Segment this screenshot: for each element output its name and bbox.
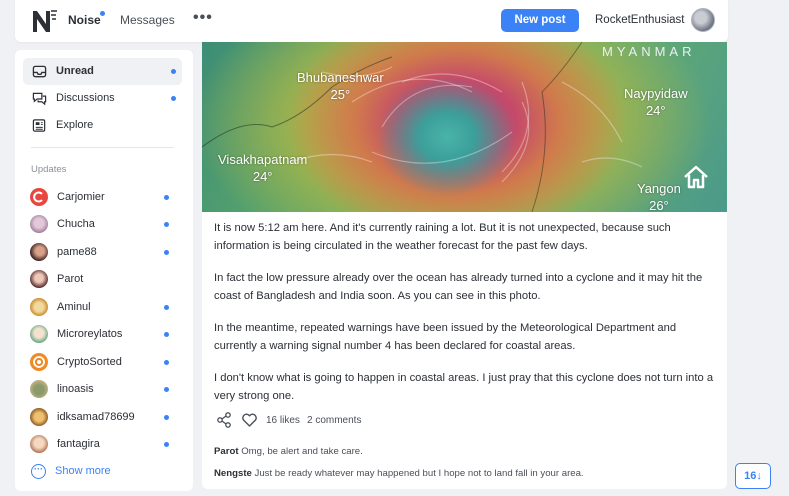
update-item[interactable]: linoasis xyxy=(30,380,180,400)
unread-dot xyxy=(171,96,176,101)
update-name: Carjomier xyxy=(57,191,105,203)
unread-dot xyxy=(164,332,169,337)
update-name: pame88 xyxy=(57,246,97,258)
avatar xyxy=(30,325,48,343)
comment: Nengste Just be ready whatever may happe… xyxy=(214,468,584,479)
new-post-button[interactable]: New post xyxy=(501,9,579,32)
chat-icon xyxy=(32,92,47,106)
update-name: Aminul xyxy=(57,301,91,313)
update-item[interactable]: pame88 xyxy=(30,243,180,263)
post-actions: 16 likes 2 comments xyxy=(214,412,514,432)
avatar xyxy=(30,215,48,233)
avatar xyxy=(30,353,48,371)
tab-messages[interactable]: Messages xyxy=(120,13,175,27)
update-name: idksamad78699 xyxy=(57,411,135,423)
cryptosorted-logo-icon xyxy=(33,356,45,368)
show-more-button[interactable]: ··· Show more xyxy=(31,463,151,481)
comment-text: Just be ready whatever may happened but … xyxy=(254,468,584,479)
updates-heading: Updates xyxy=(31,164,67,175)
more-menu-icon[interactable]: ••• xyxy=(193,9,213,27)
update-name: Parot xyxy=(57,273,84,285)
avatar xyxy=(30,298,48,316)
unread-dot xyxy=(164,442,169,447)
unread-dot xyxy=(164,415,169,420)
avatar xyxy=(30,270,48,288)
sidebar: Unread Discussions Explore Updates Carjo… xyxy=(15,50,193,491)
map-city-label: Naypyidaw 24° xyxy=(624,86,688,118)
comment-author[interactable]: Parot xyxy=(214,446,239,457)
top-bar: Noise Messages ••• New post RocketEnthus… xyxy=(15,0,728,42)
map-city-label: Visakhapatnam 24° xyxy=(218,152,308,184)
sidebar-item-label: Explore xyxy=(56,119,94,131)
divider xyxy=(31,147,174,148)
unread-dot xyxy=(164,305,169,310)
update-item[interactable]: Microreylatos xyxy=(30,325,180,345)
avatar xyxy=(30,243,48,261)
post-paragraph: I don't know what is going to happen in … xyxy=(214,372,714,402)
map-city-label: Yangon 26° xyxy=(637,181,681,212)
scroll-down-badge[interactable]: 16↓ xyxy=(735,463,771,489)
unread-dot xyxy=(164,250,169,255)
user-avatar[interactable] xyxy=(691,8,715,32)
c-letter-icon xyxy=(33,191,43,203)
unread-dot xyxy=(164,195,169,200)
update-name: Chucha xyxy=(57,218,95,230)
update-name: Microreylatos xyxy=(57,328,123,340)
update-name: fantagira xyxy=(57,438,100,450)
post-paragraph: In the meantime, repeated warnings have … xyxy=(214,322,677,352)
update-item[interactable]: Aminul xyxy=(30,298,180,318)
update-item[interactable]: idksamad78699 xyxy=(30,408,180,428)
unread-dot xyxy=(164,360,169,365)
sidebar-item-label: Unread xyxy=(56,65,94,77)
avatar xyxy=(30,408,48,426)
unread-dot xyxy=(164,387,169,392)
comment: Parot Omg, be alert and take care. xyxy=(214,446,363,457)
sidebar-item-explore[interactable]: Explore xyxy=(23,112,182,139)
post-paragraph: In fact the low pressure already over th… xyxy=(214,272,703,302)
comment-text: Omg, be alert and take care. xyxy=(241,446,363,457)
avatar xyxy=(30,188,48,206)
avatar xyxy=(30,435,48,453)
ellipsis-circle-icon: ··· xyxy=(31,464,46,479)
comments-count[interactable]: 2 comments xyxy=(307,415,361,426)
update-name: CryptoSorted xyxy=(57,356,122,368)
unread-dot xyxy=(100,11,105,16)
update-name: linoasis xyxy=(57,383,94,395)
sidebar-item-label: Discussions xyxy=(56,92,115,104)
update-item[interactable]: fantagira xyxy=(30,435,180,455)
update-item[interactable]: Carjomier xyxy=(30,188,180,208)
unread-dot xyxy=(164,222,169,227)
map-country-label: MYANMAR xyxy=(602,44,696,59)
show-more-label: Show more xyxy=(55,465,111,477)
sidebar-item-unread[interactable]: Unread xyxy=(23,58,182,85)
map-city-label: Bhubaneshwar 25° xyxy=(297,70,384,102)
comment-author[interactable]: Nengste xyxy=(214,468,252,479)
update-item[interactable]: Chucha xyxy=(30,215,180,235)
post-body: It is now 5:12 am here. And it's current… xyxy=(214,220,719,420)
noise-logo-icon[interactable] xyxy=(31,8,59,34)
avatar xyxy=(30,380,48,398)
sidebar-item-discussions[interactable]: Discussions xyxy=(23,85,182,112)
share-icon[interactable] xyxy=(216,412,232,428)
heart-icon[interactable] xyxy=(241,412,258,428)
post-card: MYANMAR Bhubaneshwar 25° Naypyidaw 24° Vis… xyxy=(202,42,727,489)
inbox-icon xyxy=(32,65,47,78)
update-item[interactable]: Parot xyxy=(30,270,180,290)
username[interactable]: RocketEnthusiast xyxy=(595,14,685,26)
update-item[interactable]: CryptoSorted xyxy=(30,353,180,373)
likes-count[interactable]: 16 likes xyxy=(266,415,300,426)
weather-map-image[interactable]: MYANMAR Bhubaneshwar 25° Naypyidaw 24° Vis… xyxy=(202,42,727,212)
newspaper-icon xyxy=(32,119,46,132)
post-paragraph: It is now 5:12 am here. And it's current… xyxy=(214,222,671,252)
unread-dot xyxy=(171,69,176,74)
tab-noise[interactable]: Noise xyxy=(68,13,101,27)
home-icon[interactable] xyxy=(682,163,710,191)
